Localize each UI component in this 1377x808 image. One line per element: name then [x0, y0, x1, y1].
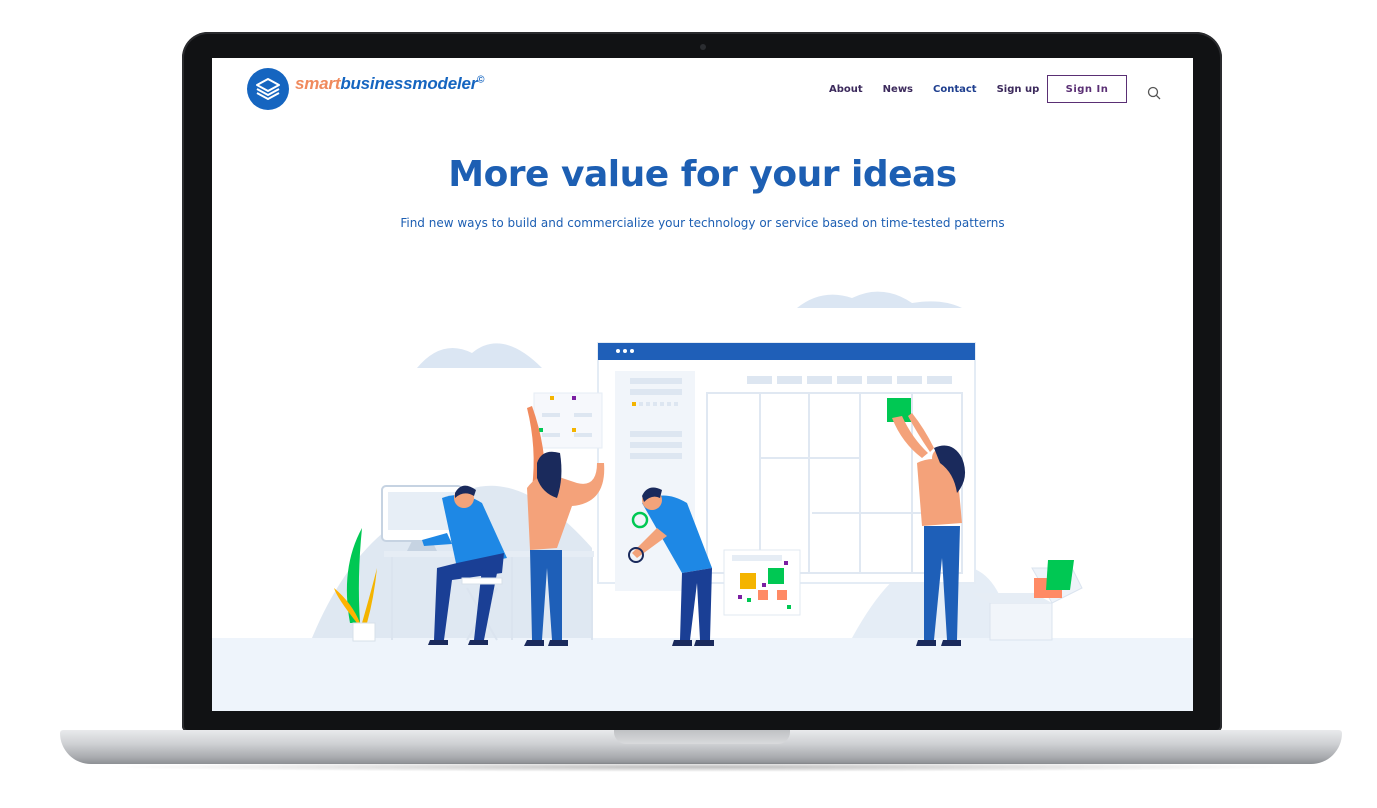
search-icon[interactable] — [1147, 85, 1161, 100]
logo-copyright-mark: © — [477, 74, 485, 86]
laptop-shadow — [100, 762, 1300, 772]
hero-subtitle: Find new ways to build and commercialize… — [400, 216, 1005, 230]
hero-title: More value for your ideas — [448, 154, 957, 195]
logo-text-smart: smart — [295, 74, 341, 93]
nav-contact[interactable]: Contact — [933, 84, 977, 95]
sign-in-button[interactable]: Sign In — [1047, 75, 1127, 103]
layers-icon — [247, 68, 289, 110]
team-illustration — [312, 291, 1083, 646]
camera-dot — [700, 44, 706, 50]
logo[interactable]: smartbusinessmodeler© — [247, 68, 485, 110]
logo-text: smartbusinessmodeler© — [295, 74, 485, 94]
nav-signup[interactable]: Sign up — [997, 84, 1040, 95]
logo-text-suffix: businessmodeler — [340, 74, 478, 93]
screen: smartbusinessmodeler© About News Contact… — [212, 58, 1193, 711]
nav-about[interactable]: About — [829, 84, 863, 95]
laptop-notch — [614, 730, 790, 744]
top-nav: About News Contact Sign up — [829, 84, 1059, 95]
nav-news[interactable]: News — [883, 84, 913, 95]
